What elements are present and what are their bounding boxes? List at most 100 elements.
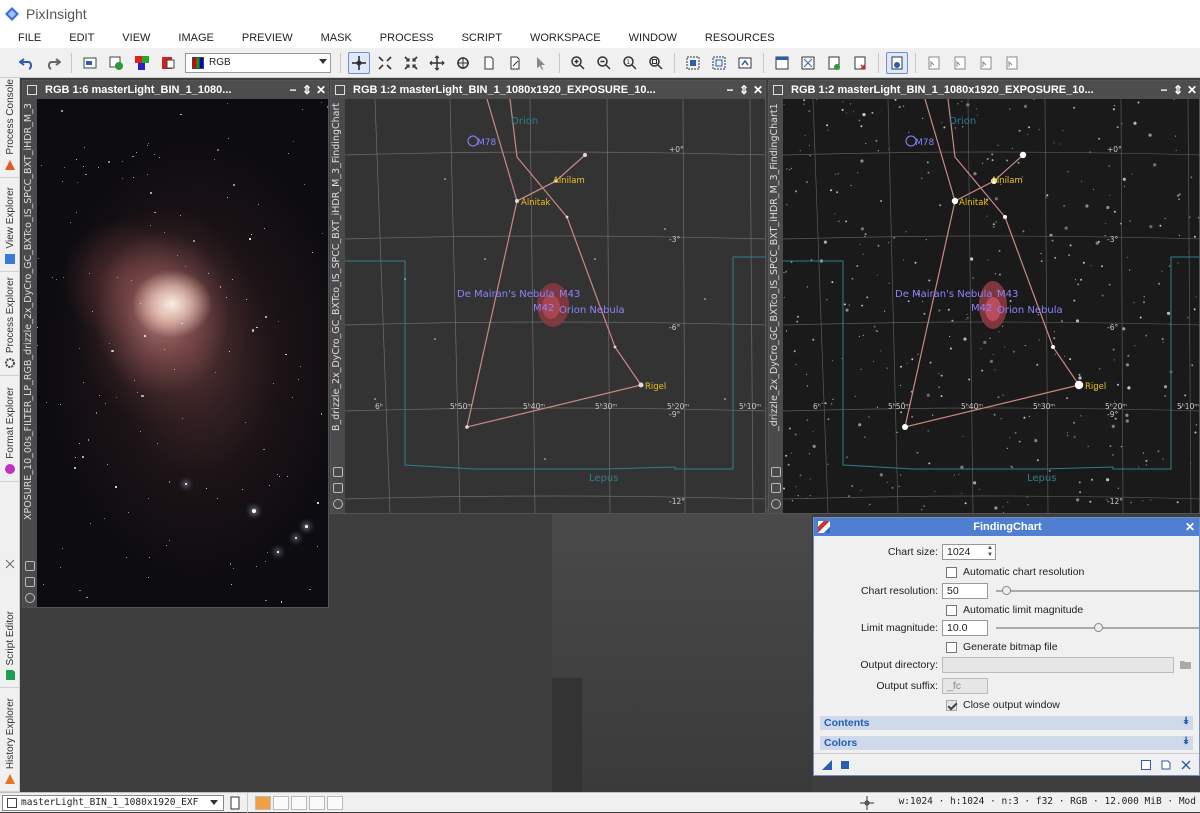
- stf-linked-icon[interactable]: [975, 52, 997, 74]
- dock-tab-process-console[interactable]: Process Console: [0, 78, 20, 178]
- zoom-in-icon[interactable]: [567, 52, 589, 74]
- close-output-window-checkbox[interactable]: [946, 699, 957, 711]
- menu-script[interactable]: SCRIPT: [462, 31, 502, 45]
- minimize-icon[interactable]: −: [286, 83, 300, 97]
- preview-edit-icon[interactable]: [504, 52, 526, 74]
- stf-24bit-icon[interactable]: [1001, 52, 1023, 74]
- menu-image[interactable]: IMAGE: [178, 31, 213, 45]
- expand-icon[interactable]: ⯯: [1183, 716, 1189, 727]
- slider-handle[interactable]: [1093, 623, 1103, 632]
- chart-resolution-slider[interactable]: [996, 586, 1199, 595]
- menu-window[interactable]: WINDOW: [629, 31, 677, 45]
- channel-box[interactable]: [309, 795, 325, 810]
- image-window-chart[interactable]: RGB 1:2 masterLight_BIN_1_1080x1920_EXPO…: [330, 80, 766, 514]
- dock-tab-script-editor[interactable]: Script Editor: [0, 604, 20, 688]
- browse-documentation-icon[interactable]: [1141, 759, 1151, 770]
- window-titlebar[interactable]: RGB 1:2 masterLight_BIN_1_1080x1920_EXPO…: [769, 81, 1199, 99]
- contents-section-header[interactable]: Contents ⯯: [820, 716, 1193, 730]
- channel-combine-icon[interactable]: [157, 52, 179, 74]
- extract-luminance-icon[interactable]: [105, 52, 127, 74]
- mask-toggle-icon[interactable]: [333, 467, 343, 477]
- link-icon[interactable]: [771, 483, 781, 493]
- panel-titlebar[interactable]: FindingChart ✕: [814, 518, 1199, 536]
- shrink-icon[interactable]: [400, 52, 422, 74]
- stf-auto-icon[interactable]: [923, 52, 945, 74]
- new-instance-icon[interactable]: [822, 759, 832, 770]
- channel-box[interactable]: [291, 795, 307, 810]
- zoom-1-1-icon[interactable]: 1: [619, 52, 641, 74]
- window-tile-icon[interactable]: [771, 52, 793, 74]
- image-window-photo[interactable]: RGB 1:6 masterLight_BIN_1_1080... − ⇕ ✕ …: [22, 80, 329, 608]
- close-icon[interactable]: ✕: [1185, 83, 1199, 97]
- mask-toggle-icon[interactable]: [25, 561, 35, 571]
- mask-toggle-icon[interactable]: [771, 467, 781, 477]
- orion-nebula-image[interactable]: [37, 99, 328, 607]
- auto-limit-magnitude-checkbox[interactable]: [946, 604, 957, 616]
- crop-icon[interactable]: [708, 52, 730, 74]
- finding-chart-panel[interactable]: FindingChart ✕ Chart size: 1024 ▲ ▼ Autom…: [813, 517, 1200, 776]
- stf-reset-icon[interactable]: [949, 52, 971, 74]
- channel-selector[interactable]: RGB: [185, 52, 331, 73]
- menu-preview[interactable]: PREVIEW: [242, 31, 293, 45]
- chart-resolution-field[interactable]: 50: [942, 583, 988, 599]
- close-icon[interactable]: ✕: [751, 83, 765, 97]
- link-icon[interactable]: [25, 577, 35, 587]
- menu-process[interactable]: PROCESS: [380, 31, 434, 45]
- close-icon[interactable]: ✕: [1181, 520, 1199, 534]
- spin-arrows-icon[interactable]: ▲ ▼: [987, 545, 993, 559]
- lock-icon[interactable]: [25, 593, 35, 603]
- output-directory-field[interactable]: [942, 657, 1174, 673]
- row-generate-bitmap[interactable]: Generate bitmap file: [814, 638, 1199, 656]
- menu-mask[interactable]: MASK: [321, 31, 352, 45]
- mask-show-icon[interactable]: [823, 52, 845, 74]
- screen-transfer-icon[interactable]: [734, 52, 756, 74]
- minimize-icon[interactable]: −: [1157, 83, 1171, 97]
- menu-view[interactable]: VIEW: [122, 31, 150, 45]
- zoom-fit-icon[interactable]: [374, 52, 396, 74]
- dock-tab-view-explorer[interactable]: View Explorer: [0, 178, 20, 272]
- limit-magnitude-slider[interactable]: [996, 623, 1199, 632]
- dock-tab-format-explorer[interactable]: Format Explorer: [0, 376, 20, 482]
- zoom-out-icon[interactable]: [593, 52, 615, 74]
- limit-magnitude-field[interactable]: 10.0: [942, 620, 988, 636]
- process-icon-active[interactable]: [886, 51, 908, 74]
- pan-icon[interactable]: [426, 52, 448, 74]
- close-icon[interactable]: ✕: [314, 83, 328, 97]
- image-window-chart-overlay[interactable]: RGB 1:2 masterLight_BIN_1_1080x1920_EXPO…: [768, 80, 1200, 514]
- dock-tab-history-explorer[interactable]: History Explorer: [0, 688, 20, 792]
- rgb-split-icon[interactable]: [131, 52, 153, 74]
- chart-size-spinbox[interactable]: 1024 ▲ ▼: [942, 544, 996, 560]
- finding-chart-canvas[interactable]: M78 Orion Alnilam Alnitak De Mairan's Ne…: [345, 99, 765, 513]
- view-selector[interactable]: masterLight_BIN_1_1080x1920_EXF: [2, 794, 224, 811]
- row-close-output-window[interactable]: Close output window: [814, 696, 1199, 714]
- move-icon[interactable]: [452, 52, 474, 74]
- duplicate-image-icon[interactable]: [79, 52, 101, 74]
- channel-box[interactable]: [273, 795, 289, 810]
- reset-icon[interactable]: [1181, 760, 1191, 770]
- zoom-fit-window-icon[interactable]: [645, 52, 667, 74]
- row-auto-limit-magnitude[interactable]: Automatic limit magnitude: [814, 601, 1199, 619]
- redo-icon[interactable]: [42, 52, 64, 74]
- undo-icon[interactable]: [16, 52, 38, 74]
- pointer-icon[interactable]: [530, 52, 552, 74]
- lock-icon[interactable]: [333, 499, 343, 509]
- channel-box[interactable]: [255, 795, 271, 810]
- dock-tab-process-explorer[interactable]: Process Explorer: [0, 272, 20, 376]
- window-cascade-icon[interactable]: [797, 52, 819, 74]
- readout-mode-icon[interactable]: [348, 51, 370, 74]
- link-icon[interactable]: [333, 483, 343, 493]
- generate-bitmap-checkbox[interactable]: [946, 641, 957, 653]
- shade-icon[interactable]: ⇕: [1171, 83, 1185, 97]
- menu-file[interactable]: FILE: [18, 31, 41, 45]
- window-titlebar[interactable]: RGB 1:2 masterLight_BIN_1_1080x1920_EXPO…: [331, 81, 765, 99]
- folder-icon[interactable]: [1180, 660, 1192, 670]
- shade-icon[interactable]: ⇕: [737, 83, 751, 97]
- menu-resources[interactable]: RESOURCES: [705, 31, 775, 45]
- expand-icon[interactable]: ⯯: [1183, 736, 1189, 747]
- preview-new-icon[interactable]: [478, 52, 500, 74]
- shade-icon[interactable]: ⇕: [300, 83, 314, 97]
- colors-section-header[interactable]: Colors ⯯: [820, 736, 1193, 750]
- minimize-icon[interactable]: −: [723, 83, 737, 97]
- mask-invert-icon[interactable]: [849, 52, 871, 74]
- menu-workspace[interactable]: WORKSPACE: [530, 31, 601, 45]
